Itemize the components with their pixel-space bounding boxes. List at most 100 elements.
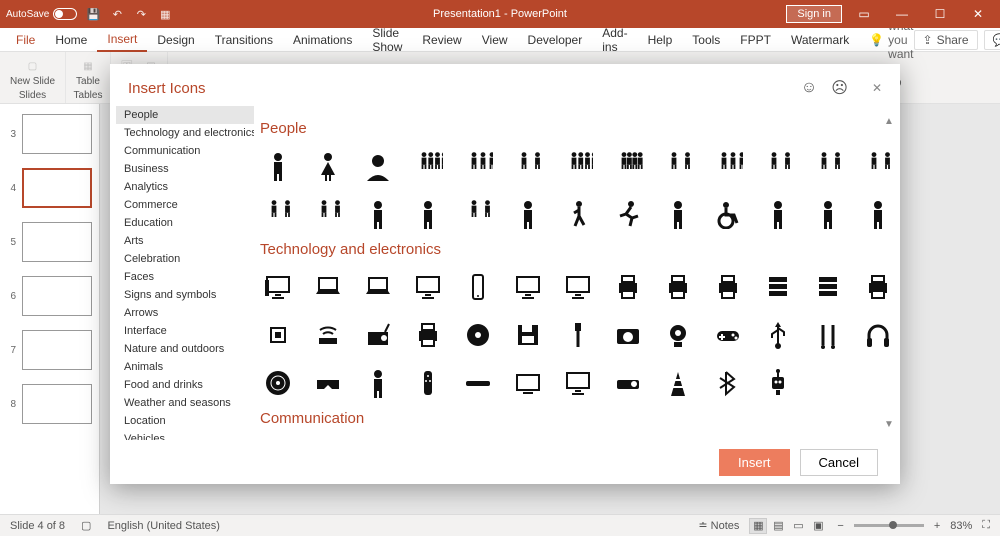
category-item[interactable]: Arts bbox=[116, 232, 254, 250]
projector-icon[interactable] bbox=[608, 364, 648, 402]
slide-thumbnail[interactable]: 8 bbox=[0, 384, 99, 424]
cloud-download-icon[interactable] bbox=[708, 437, 748, 440]
radio-icon[interactable] bbox=[358, 316, 398, 354]
usb-cable-icon[interactable] bbox=[558, 316, 598, 354]
slide-counter[interactable]: Slide 4 of 8 bbox=[10, 520, 65, 532]
cpu-chip-icon[interactable] bbox=[258, 316, 298, 354]
person-kneeling-icon[interactable] bbox=[508, 195, 548, 233]
person-walking-icon[interactable] bbox=[558, 195, 598, 233]
teacher-whiteboard-icon[interactable] bbox=[808, 195, 848, 233]
desktop-computer-icon[interactable] bbox=[258, 268, 298, 306]
tablet-icon[interactable] bbox=[508, 268, 548, 306]
notes-button[interactable]: ≐ Notes bbox=[698, 519, 739, 532]
tab-developer[interactable]: Developer bbox=[518, 29, 593, 51]
wheelchair-icon[interactable] bbox=[708, 195, 748, 233]
headphone-jack-icon[interactable] bbox=[808, 316, 848, 354]
tab-view[interactable]: View bbox=[472, 29, 518, 51]
slide-thumbnail[interactable]: 6 bbox=[0, 276, 99, 316]
wireless-router-icon[interactable] bbox=[308, 316, 348, 354]
comments-button[interactable]: 💬Comments bbox=[984, 30, 1000, 50]
laptop-icon[interactable] bbox=[308, 268, 348, 306]
scrollbar[interactable]: ▲▼ bbox=[884, 116, 894, 430]
monitor-icon[interactable] bbox=[408, 268, 448, 306]
category-item[interactable]: Technology and electronics bbox=[116, 124, 254, 142]
icon-gallery[interactable]: ▲▼ PeopleTechnology and electronicsCommu… bbox=[254, 106, 900, 440]
share-arrow-icon[interactable] bbox=[858, 437, 898, 440]
slide-thumbnail-panel[interactable]: 3 4 5 6 7 8 bbox=[0, 104, 100, 514]
family-walking-icon[interactable] bbox=[308, 195, 348, 233]
category-item[interactable]: Food and drinks bbox=[116, 376, 254, 394]
vr-goggles-icon[interactable] bbox=[308, 364, 348, 402]
tv-icon[interactable] bbox=[508, 364, 548, 402]
remote-control-icon[interactable] bbox=[408, 364, 448, 402]
cancel-button[interactable]: Cancel bbox=[800, 449, 878, 476]
envelope-icon[interactable] bbox=[458, 437, 498, 440]
at-symbol-envelope-icon[interactable]: @ bbox=[558, 437, 598, 440]
baby-sitting-icon[interactable] bbox=[358, 195, 398, 233]
postage-stamp-icon[interactable] bbox=[608, 437, 648, 440]
tab-watermark[interactable]: Watermark bbox=[781, 29, 859, 51]
category-item[interactable]: Interface bbox=[116, 322, 254, 340]
speech-bubble-icon[interactable] bbox=[258, 437, 298, 440]
feedback-happy-icon[interactable]: ☺ bbox=[801, 79, 817, 97]
antenna-tower-icon[interactable] bbox=[658, 364, 698, 402]
autosave-toggle[interactable]: AutoSave bbox=[6, 8, 77, 20]
undo-icon[interactable]: ↶ bbox=[109, 6, 125, 22]
group-five-icon[interactable] bbox=[608, 147, 648, 185]
vinyl-record-icon[interactable] bbox=[258, 364, 298, 402]
user-bust-icon[interactable] bbox=[358, 147, 398, 185]
usb-symbol-icon[interactable] bbox=[758, 316, 798, 354]
zoom-level[interactable]: 83% bbox=[950, 520, 972, 532]
spellcheck-icon[interactable]: ▢ bbox=[81, 519, 91, 532]
server-stack-icon[interactable] bbox=[808, 268, 848, 306]
sorter-view-icon[interactable]: ▤ bbox=[769, 518, 787, 534]
group-trio-icon[interactable] bbox=[458, 147, 498, 185]
tab-transitions[interactable]: Transitions bbox=[205, 29, 283, 51]
slide-thumbnail[interactable]: 4 bbox=[0, 168, 99, 208]
zoom-slider[interactable] bbox=[854, 524, 924, 527]
redo-icon[interactable]: ↷ bbox=[133, 6, 149, 22]
table-button[interactable]: ▦ Table bbox=[72, 54, 104, 89]
person-running-icon[interactable] bbox=[608, 195, 648, 233]
slideshow-view-icon[interactable]: ▣ bbox=[809, 518, 827, 534]
tab-file[interactable]: File bbox=[6, 29, 45, 51]
group-pair-icon[interactable] bbox=[508, 147, 548, 185]
category-item[interactable]: Location bbox=[116, 412, 254, 430]
paper-plane-icon[interactable] bbox=[808, 437, 848, 440]
category-item[interactable]: Faces bbox=[116, 268, 254, 286]
cd-disc-icon[interactable] bbox=[458, 316, 498, 354]
category-item[interactable]: Signs and symbols bbox=[116, 286, 254, 304]
new-slide-button[interactable]: ▢ New Slide bbox=[6, 54, 59, 89]
category-list[interactable]: PeopleTechnology and electronicsCommunic… bbox=[116, 106, 254, 440]
category-item[interactable]: Arrows bbox=[116, 304, 254, 322]
family-four-icon[interactable] bbox=[558, 147, 598, 185]
category-item[interactable]: Nature and outdoors bbox=[116, 340, 254, 358]
category-item[interactable]: People bbox=[116, 106, 254, 124]
speech-bubbles-icon[interactable] bbox=[308, 437, 348, 440]
ribbon-options-icon[interactable]: ▭ bbox=[848, 4, 880, 24]
zoom-out-button[interactable]: − bbox=[837, 520, 843, 532]
cloud-monitor-icon[interactable] bbox=[558, 268, 598, 306]
chevron-down-icon[interactable]: ▼ bbox=[884, 419, 894, 430]
fit-to-window-icon[interactable]: ⛶ bbox=[982, 519, 990, 532]
close-window-button[interactable]: ✕ bbox=[962, 4, 994, 24]
parent-baby-icon[interactable] bbox=[258, 195, 298, 233]
category-item[interactable]: Education bbox=[116, 214, 254, 232]
elderly-cane-icon[interactable] bbox=[658, 195, 698, 233]
tab-insert[interactable]: Insert bbox=[97, 28, 147, 52]
speakers-icon[interactable] bbox=[358, 364, 398, 402]
baby-crawling-icon[interactable] bbox=[408, 195, 448, 233]
category-item[interactable]: Commerce bbox=[116, 196, 254, 214]
camera-icon[interactable] bbox=[608, 316, 648, 354]
tab-help[interactable]: Help bbox=[638, 29, 683, 51]
envelope-open-icon[interactable] bbox=[508, 437, 548, 440]
printer-icon[interactable] bbox=[608, 268, 648, 306]
robot-icon[interactable] bbox=[758, 364, 798, 402]
speaker-podium-icon[interactable] bbox=[758, 195, 798, 233]
minimize-button[interactable]: — bbox=[886, 4, 918, 24]
couple-mixed-icon[interactable] bbox=[758, 147, 798, 185]
tab-review[interactable]: Review bbox=[412, 29, 471, 51]
feedback-sad-icon[interactable]: ☹ bbox=[831, 78, 848, 98]
couple-crossed-icon[interactable] bbox=[808, 147, 848, 185]
slide-thumbnail[interactable]: 3 bbox=[0, 114, 99, 154]
